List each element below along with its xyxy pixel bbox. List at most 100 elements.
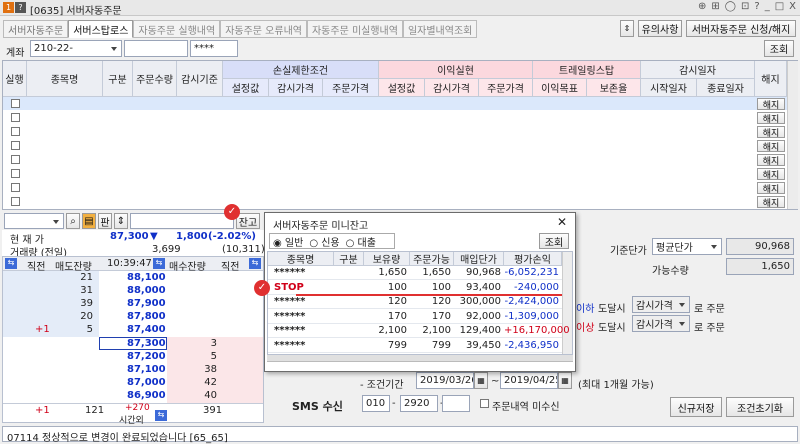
col-name: 종목명 bbox=[27, 61, 103, 97]
tab-error-history[interactable]: 자동주문 오류내역 bbox=[220, 20, 307, 38]
popup-query-button[interactable]: 조회 bbox=[539, 233, 569, 249]
base-price-value: 90,968 bbox=[726, 238, 794, 255]
popup-cell: 799 bbox=[431, 339, 451, 351]
ob-toggle-icon-2[interactable]: ⇆ bbox=[153, 258, 165, 269]
layout-icon[interactable]: ⊞ bbox=[711, 1, 719, 12]
print-icon[interactable]: ⊡ bbox=[741, 1, 749, 12]
app-badge-icon: 1 bbox=[3, 2, 14, 13]
popup-cell: 120 bbox=[431, 296, 451, 307]
bid-row[interactable]: 87,000 42 bbox=[3, 376, 263, 389]
phone-part-2[interactable]: 2920 bbox=[400, 395, 438, 412]
row-cancel-button[interactable]: 해지 bbox=[757, 196, 785, 209]
popup-cell: 100 bbox=[387, 281, 407, 293]
bid-row[interactable]: 87,200 5 bbox=[3, 350, 263, 363]
row-cancel-button[interactable]: 해지 bbox=[757, 126, 785, 139]
stock-name-field bbox=[130, 213, 234, 229]
balance-button[interactable]: 잔고 bbox=[236, 213, 260, 229]
popup-row[interactable]: ****** 170 170 92,000 -1,309,000 bbox=[268, 310, 562, 324]
row-cancel-button[interactable]: 해지 bbox=[757, 98, 785, 111]
search-icon[interactable]: ⌕ bbox=[66, 213, 80, 229]
calendar-icon[interactable]: ▦ bbox=[474, 372, 488, 389]
link-icon[interactable]: ⊕ bbox=[698, 1, 706, 12]
sms-opt-out-checkbox[interactable] bbox=[480, 399, 489, 408]
row-cancel-button[interactable]: 해지 bbox=[757, 168, 785, 181]
account-select[interactable]: 210-22- bbox=[30, 40, 122, 57]
check-marker-icon: ✓ bbox=[224, 204, 240, 220]
notice-button[interactable]: 유의사항 bbox=[638, 20, 682, 37]
close-icon[interactable]: X bbox=[789, 1, 796, 12]
tab-exec-history[interactable]: 자동주문 실행내역 bbox=[133, 20, 221, 38]
popup-cell: -2,424,000 bbox=[504, 296, 559, 307]
row-checkbox[interactable] bbox=[11, 197, 20, 206]
stock-code-input[interactable] bbox=[4, 213, 64, 229]
row-cancel-button[interactable]: 해지 bbox=[757, 140, 785, 153]
account-query-button[interactable]: 조회 bbox=[764, 40, 794, 57]
base-price-select[interactable]: 평균단가 bbox=[652, 238, 722, 255]
popup-cell: ****** bbox=[274, 296, 306, 307]
folder-icon[interactable]: ▤ bbox=[82, 213, 96, 229]
row-checkbox[interactable] bbox=[11, 169, 20, 178]
password-field[interactable]: **** bbox=[190, 40, 238, 57]
ask-row[interactable]: 39 87,900 bbox=[3, 297, 263, 310]
row-checkbox[interactable] bbox=[11, 99, 20, 108]
bid-row[interactable]: 86,900 40 bbox=[3, 389, 263, 402]
period-note: (최대 1개월 가능) bbox=[578, 380, 654, 391]
radio-credit[interactable]: ○ 신용 bbox=[309, 234, 339, 249]
radio-general[interactable]: ◉ 일반 bbox=[273, 234, 303, 249]
date-to-input[interactable]: 2019/04/25 bbox=[500, 372, 558, 389]
popup-row[interactable]: ****** 799 799 39,450 -2,436,950 bbox=[268, 339, 562, 353]
tab-server-auto-order[interactable]: 서버자동주문 bbox=[3, 20, 69, 38]
popup-scrollbar[interactable] bbox=[562, 252, 572, 354]
maximize-icon[interactable]: □ bbox=[775, 1, 784, 12]
camera-icon[interactable]: ◯ bbox=[725, 1, 736, 12]
profit-watch-price-select[interactable]: 감시가격 bbox=[632, 315, 690, 332]
popup-table: 종목명 구분 보유량 주문가능 매입단가 평가손익 ****** 1,650 1,6… bbox=[267, 251, 573, 355]
grid-scrollbar[interactable] bbox=[787, 61, 798, 209]
reset-conditions-button[interactable]: 조건초기화 bbox=[726, 397, 794, 417]
tab-server-stop-loss[interactable]: 서버스탑로스 bbox=[68, 20, 134, 38]
ask-row[interactable]: 20 87,800 bbox=[3, 310, 263, 323]
popup-row[interactable]: ****** 1,650 1,650 90,968 -6,052,231 bbox=[268, 266, 562, 280]
scroll-updown-button[interactable]: ⇕ bbox=[620, 20, 634, 37]
ob-toggle-icon-4[interactable]: ⇆ bbox=[155, 410, 167, 421]
ask-row[interactable]: 21 88,100 bbox=[3, 271, 263, 284]
row-checkbox[interactable] bbox=[11, 155, 20, 164]
popup-row[interactable]: ****** 2,100 2,100 129,400 +16,170,000 bbox=[268, 324, 570, 338]
phone-part-1[interactable]: 010 bbox=[362, 395, 390, 412]
period-group-header: 감시일자 bbox=[641, 61, 755, 79]
popup-row[interactable]: STOP 100 100 93,400 -240,000 bbox=[268, 280, 562, 295]
help-badge-icon[interactable]: ? bbox=[15, 2, 26, 13]
selected-row[interactable] bbox=[3, 97, 787, 110]
row-checkbox[interactable] bbox=[11, 141, 20, 150]
cond-reach-label-2: 도달시 bbox=[598, 323, 626, 334]
loss-watch-price-select[interactable]: 감시가격 bbox=[632, 296, 690, 313]
phone-part-3[interactable] bbox=[442, 395, 470, 412]
row-cancel-button[interactable]: 해지 bbox=[757, 112, 785, 125]
chart-icon[interactable]: 판 bbox=[98, 213, 112, 229]
help-icon[interactable]: ? bbox=[754, 1, 759, 12]
popup-row[interactable]: ****** 120 120 300,000 -2,424,000 bbox=[268, 295, 562, 309]
ob-toggle-icon[interactable]: ⇆ bbox=[5, 258, 17, 269]
row-checkbox[interactable] bbox=[11, 113, 20, 122]
calendar-icon-2[interactable]: ▦ bbox=[558, 372, 572, 389]
save-new-button[interactable]: 신규저장 bbox=[670, 397, 722, 417]
minimize-icon[interactable]: _ bbox=[765, 1, 770, 12]
tab-unexec-history[interactable]: 자동주문 미실행내역 bbox=[306, 20, 403, 38]
bid-row[interactable]: 87,100 38 bbox=[3, 363, 263, 376]
bid-row[interactable]: 87,300 3 bbox=[3, 337, 263, 350]
popup-cell: 100 bbox=[431, 281, 451, 293]
apply-cancel-button[interactable]: 서버자동주문 신청/해지 bbox=[686, 20, 796, 37]
ask-row[interactable]: 31 88,000 bbox=[3, 284, 263, 297]
row-checkbox[interactable] bbox=[11, 127, 20, 136]
date-from-input[interactable]: 2019/03/26 bbox=[416, 372, 474, 389]
row-checkbox[interactable] bbox=[11, 183, 20, 192]
ob-toggle-icon-3[interactable]: ⇆ bbox=[249, 258, 261, 269]
popup-cell: 300,000 bbox=[459, 296, 501, 307]
row-cancel-button[interactable]: 해지 bbox=[757, 182, 785, 195]
radio-loan[interactable]: ○ 대출 bbox=[346, 234, 376, 249]
tab-daily-history[interactable]: 일자별내역조회 bbox=[402, 20, 478, 38]
popup-close-icon[interactable]: ✕ bbox=[557, 215, 567, 229]
updown-icon[interactable]: ⇕ bbox=[114, 213, 128, 229]
row-cancel-button[interactable]: 해지 bbox=[757, 154, 785, 167]
ask-row[interactable]: +1 5 87,400 bbox=[3, 323, 263, 336]
